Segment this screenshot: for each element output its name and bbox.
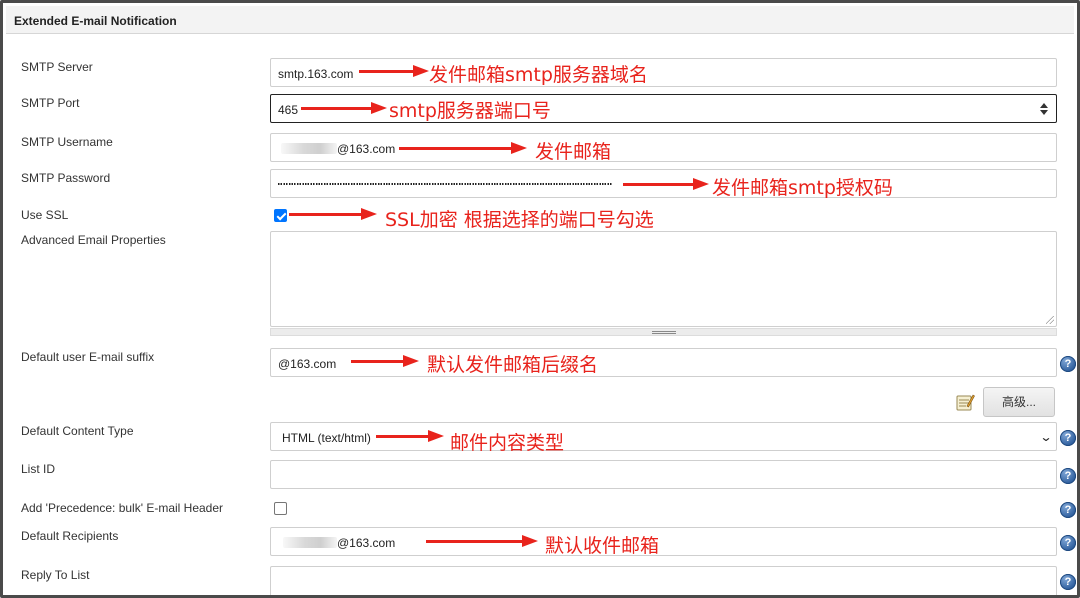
question-mark-help-icon[interactable]: ? xyxy=(1060,356,1076,372)
redacted-recipients xyxy=(283,537,337,548)
default-recipients-value: @163.com xyxy=(337,536,396,550)
smtp-username-value: @163.com xyxy=(337,142,396,156)
question-mark-help-icon[interactable]: ? xyxy=(1060,468,1076,484)
annotation-default-recipients: 默认收件邮箱 xyxy=(545,535,660,557)
advanced-email-properties-textarea[interactable] xyxy=(270,231,1057,327)
section-title: Extended E-mail Notification xyxy=(14,14,177,28)
reply-to-list-label: Reply To List xyxy=(21,568,90,582)
list-id-input[interactable] xyxy=(270,460,1057,489)
annotation-arrow xyxy=(301,102,387,114)
default-suffix-value: @163.com xyxy=(278,357,337,371)
redacted-username xyxy=(281,143,337,154)
question-mark-help-icon[interactable]: ? xyxy=(1060,502,1076,518)
precedence-bulk-checkbox[interactable] xyxy=(274,502,287,515)
default-recipients-input[interactable]: @163.com xyxy=(270,527,1057,556)
default-content-type-label: Default Content Type xyxy=(21,424,134,438)
annotation-arrow xyxy=(359,65,429,77)
smtp-port-label: SMTP Port xyxy=(21,96,80,110)
smtp-server-value: smtp.163.com xyxy=(278,67,354,81)
email-notification-panel: Extended E-mail Notification SMTP Server… xyxy=(0,0,1080,598)
annotation-arrow xyxy=(426,535,538,547)
default-recipients-label: Default Recipients xyxy=(21,529,119,543)
spinner-updown-icon[interactable] xyxy=(1040,102,1048,116)
use-ssl-label: Use SSL xyxy=(21,208,69,222)
smtp-server-label: SMTP Server xyxy=(21,60,93,74)
password-mask xyxy=(278,183,612,185)
drag-handle-icon[interactable] xyxy=(652,331,676,334)
default-suffix-label: Default user E-mail suffix xyxy=(21,350,155,364)
annotation-arrow xyxy=(399,142,527,154)
advanced-button[interactable]: 高级... xyxy=(983,387,1055,417)
advanced-email-properties-label: Advanced Email Properties xyxy=(21,233,166,247)
precedence-bulk-label: Add 'Precedence: bulk' E-mail Header xyxy=(21,501,224,515)
annotation-smtp-username: 发件邮箱 xyxy=(535,141,612,163)
notepad-icon xyxy=(956,394,975,411)
annotation-use-ssl: SSL加密 根据选择的端口号勾选 xyxy=(385,209,654,231)
resize-grip-icon[interactable] xyxy=(1046,316,1054,324)
annotation-arrow xyxy=(289,208,377,220)
smtp-password-label: SMTP Password xyxy=(21,171,111,185)
smtp-username-input[interactable]: @163.com xyxy=(270,133,1057,162)
smtp-port-value: 465 xyxy=(278,103,299,117)
annotation-content-type: 邮件内容类型 xyxy=(450,432,565,454)
section-header: Extended E-mail Notification xyxy=(6,6,1074,34)
question-mark-help-icon[interactable]: ? xyxy=(1060,535,1076,551)
annotation-smtp-port: smtp服务器端口号 xyxy=(389,100,551,122)
chevron-down-icon[interactable]: ⌄ xyxy=(1039,430,1052,444)
reply-to-list-input[interactable] xyxy=(270,566,1057,595)
question-mark-help-icon[interactable]: ? xyxy=(1060,574,1076,590)
textarea-drag-bar[interactable] xyxy=(270,328,1057,336)
annotation-arrow xyxy=(376,430,444,442)
annotation-default-suffix: 默认发件邮箱后缀名 xyxy=(427,354,599,376)
annotation-arrow xyxy=(623,178,709,190)
use-ssl-checkbox[interactable] xyxy=(274,209,287,222)
annotation-smtp-password: 发件邮箱smtp授权码 xyxy=(712,177,893,199)
smtp-username-label: SMTP Username xyxy=(21,135,113,149)
annotation-arrow xyxy=(351,355,419,367)
annotation-smtp-server: 发件邮箱smtp服务器域名 xyxy=(429,64,648,86)
question-mark-help-icon[interactable]: ? xyxy=(1060,430,1076,446)
list-id-label: List ID xyxy=(21,462,56,476)
default-content-type-value: HTML (text/html) xyxy=(282,431,371,445)
